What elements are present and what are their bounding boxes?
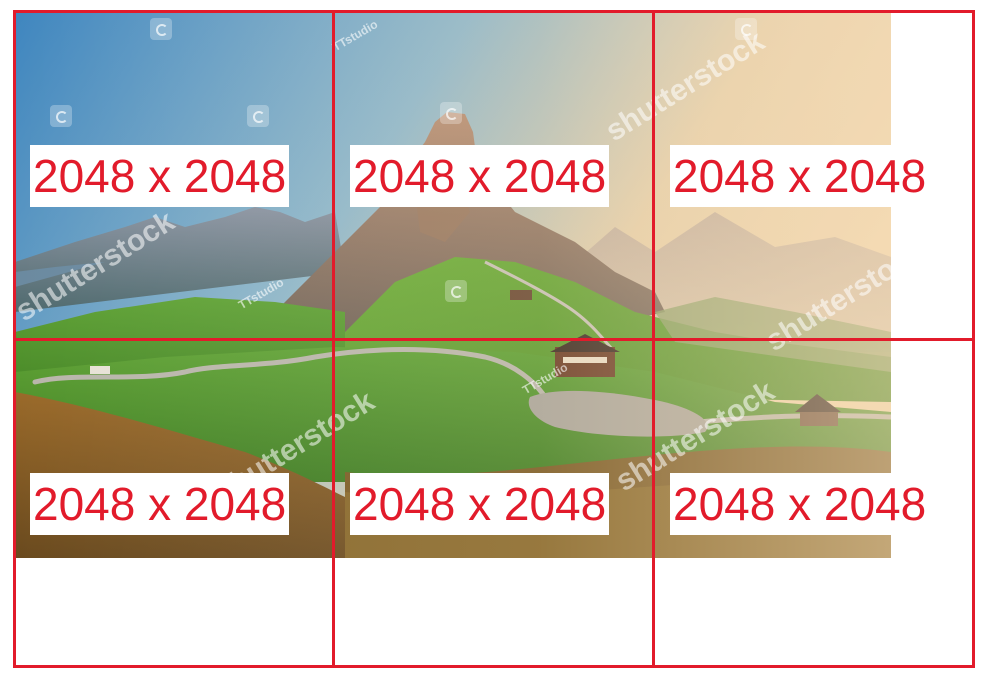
grid-line-right [972,10,975,668]
grid-line-col-2 [652,10,655,668]
page: shutterstock shutterstock shutterstock s… [0,0,990,682]
tile-label: 2048 x 2048 [670,145,930,207]
grid-line-top [13,10,975,13]
tile-label: 2048 x 2048 [670,473,930,535]
tile-label: 2048 x 2048 [30,473,290,535]
tile-label: 2048 x 2048 [30,145,290,207]
grid-line-col-1 [332,10,335,668]
grid-line-left [13,10,16,668]
grid-line-bottom [13,665,975,668]
tile-label: 2048 x 2048 [350,145,610,207]
tile-label: 2048 x 2048 [350,473,610,535]
grid-line-middle [13,338,975,341]
